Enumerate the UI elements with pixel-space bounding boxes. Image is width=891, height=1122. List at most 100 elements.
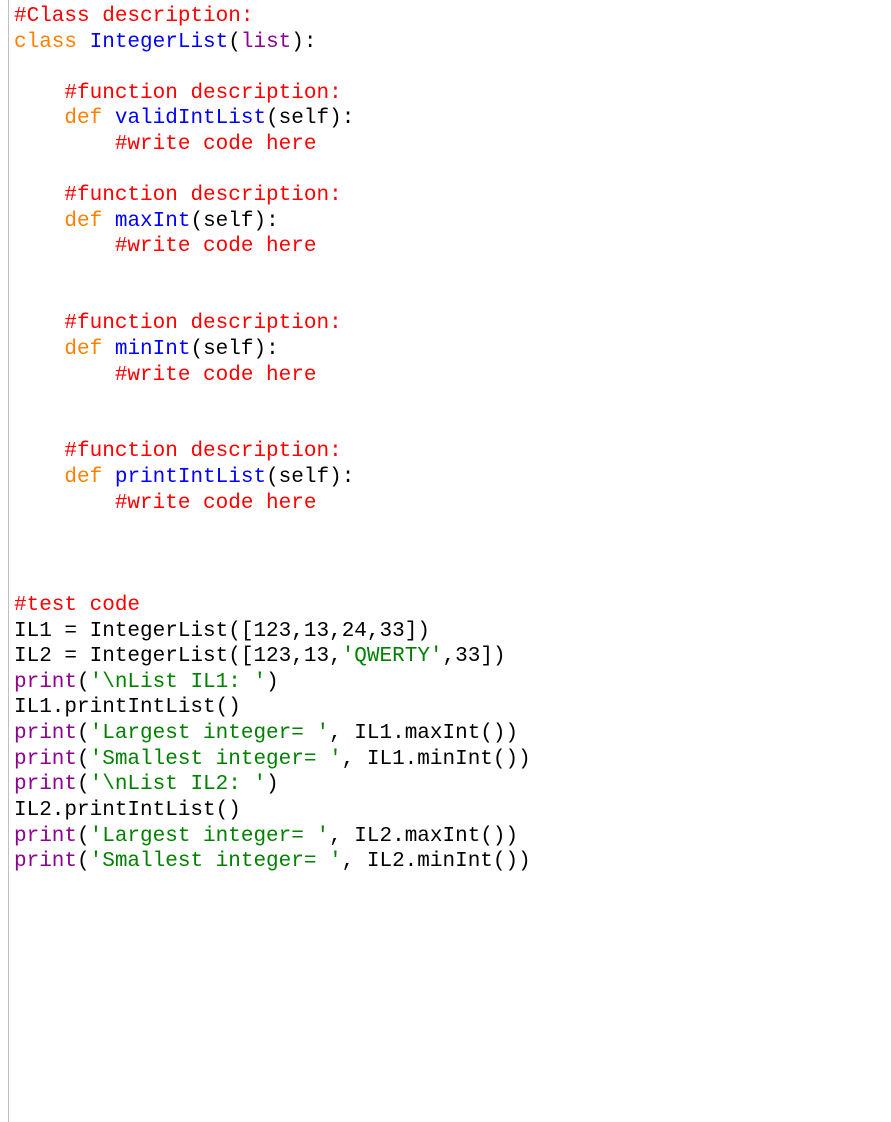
code-token: #write code here <box>115 235 317 258</box>
code-line: #test code <box>14 593 891 619</box>
code-token: IL2 = IntegerList([ <box>14 645 253 668</box>
code-token: , <box>329 645 342 668</box>
code-token: validIntList <box>115 107 266 130</box>
code-line: IL1.printIntList() <box>14 695 891 721</box>
code-line: class IntegerList(list): <box>14 30 891 56</box>
code-token: ( <box>77 722 90 745</box>
code-token: print <box>14 850 77 873</box>
code-token: 33 <box>455 645 480 668</box>
code-token: ) <box>266 773 279 796</box>
code-token: print <box>14 671 77 694</box>
code-token: ( <box>77 748 90 771</box>
code-line: #function description: <box>14 439 891 465</box>
code-token: IL2.printIntList() <box>14 799 241 822</box>
code-token: IL1.printIntList() <box>14 696 241 719</box>
code-token <box>77 31 90 54</box>
code-token: print <box>14 748 77 771</box>
code-token: (self): <box>266 466 354 489</box>
code-token: #write code here <box>115 492 317 515</box>
code-token: #function description: <box>64 312 341 335</box>
code-token: '\nList IL1: ' <box>90 671 266 694</box>
code-token <box>14 210 64 233</box>
code-token: , IL2.minInt()) <box>342 850 531 873</box>
code-token: #Class description: <box>14 5 253 28</box>
code-token: , IL1.maxInt()) <box>329 722 518 745</box>
code-token <box>14 364 115 387</box>
code-token: print <box>14 773 77 796</box>
code-token: #function description: <box>64 184 341 207</box>
code-token: minInt <box>115 338 191 361</box>
code-token: #function description: <box>64 82 341 105</box>
code-token: ) <box>266 671 279 694</box>
code-token: def <box>64 210 102 233</box>
code-line: print('Smallest integer= ', IL1.minInt()… <box>14 747 891 773</box>
code-token: ( <box>77 671 90 694</box>
code-token: class <box>14 31 77 54</box>
code-token <box>14 466 64 489</box>
code-token <box>14 107 64 130</box>
code-token: printIntList <box>115 466 266 489</box>
code-line <box>14 516 891 542</box>
code-line <box>14 286 891 312</box>
code-token <box>14 184 64 207</box>
code-line <box>14 414 891 440</box>
code-token: ]) <box>405 620 430 643</box>
code-line: #function description: <box>14 81 891 107</box>
code-token: , IL2.maxInt()) <box>329 825 518 848</box>
code-line: print('Largest integer= ', IL2.maxInt()) <box>14 824 891 850</box>
code-token <box>102 210 115 233</box>
code-token: , <box>443 645 456 668</box>
code-token <box>102 338 115 361</box>
code-line: #function description: <box>14 183 891 209</box>
code-token <box>14 82 64 105</box>
code-token: #function description: <box>64 440 341 463</box>
code-token: 13 <box>304 620 329 643</box>
code-token: , <box>291 620 304 643</box>
code-token: 13 <box>304 645 329 668</box>
code-token <box>102 466 115 489</box>
code-token <box>14 492 115 515</box>
code-line: IL2.printIntList() <box>14 798 891 824</box>
code-line: #function description: <box>14 311 891 337</box>
code-token: '\nList IL2: ' <box>90 773 266 796</box>
code-line: #Class description: <box>14 4 891 30</box>
code-token: 33 <box>380 620 405 643</box>
code-line: print('Smallest integer= ', IL2.minInt()… <box>14 849 891 875</box>
code-line <box>14 158 891 184</box>
code-token: ): <box>291 31 316 54</box>
code-line <box>14 55 891 81</box>
code-token: 'QWERTY' <box>342 645 443 668</box>
code-line <box>14 260 891 286</box>
code-token <box>14 235 115 258</box>
code-token: ( <box>77 773 90 796</box>
code-line <box>14 567 891 593</box>
code-token: IL1 = IntegerList([ <box>14 620 253 643</box>
code-token <box>14 440 64 463</box>
code-token: #write code here <box>115 364 317 387</box>
code-token: 'Largest integer= ' <box>90 722 329 745</box>
code-token: maxInt <box>115 210 191 233</box>
code-token: , <box>291 645 304 668</box>
code-token: def <box>64 107 102 130</box>
code-token: #write code here <box>115 133 317 156</box>
code-line: def printIntList(self): <box>14 465 891 491</box>
code-token: def <box>64 338 102 361</box>
code-token: , <box>329 620 342 643</box>
code-line: #write code here <box>14 132 891 158</box>
code-token: , IL1.minInt()) <box>342 748 531 771</box>
code-token: 'Largest integer= ' <box>90 825 329 848</box>
code-token: ( <box>228 31 241 54</box>
code-token: 24 <box>342 620 367 643</box>
code-line: def validIntList(self): <box>14 106 891 132</box>
code-line <box>14 542 891 568</box>
code-token: #test code <box>14 594 140 617</box>
code-line: #write code here <box>14 234 891 260</box>
code-token: 123 <box>253 620 291 643</box>
code-line: IL2 = IntegerList([123,13,'QWERTY',33]) <box>14 644 891 670</box>
code-line: print('\nList IL2: ') <box>14 772 891 798</box>
code-line: #write code here <box>14 491 891 517</box>
code-token: def <box>64 466 102 489</box>
code-token: list <box>241 31 291 54</box>
code-block: #Class description:class IntegerList(lis… <box>0 0 891 875</box>
code-line: def minInt(self): <box>14 337 891 363</box>
